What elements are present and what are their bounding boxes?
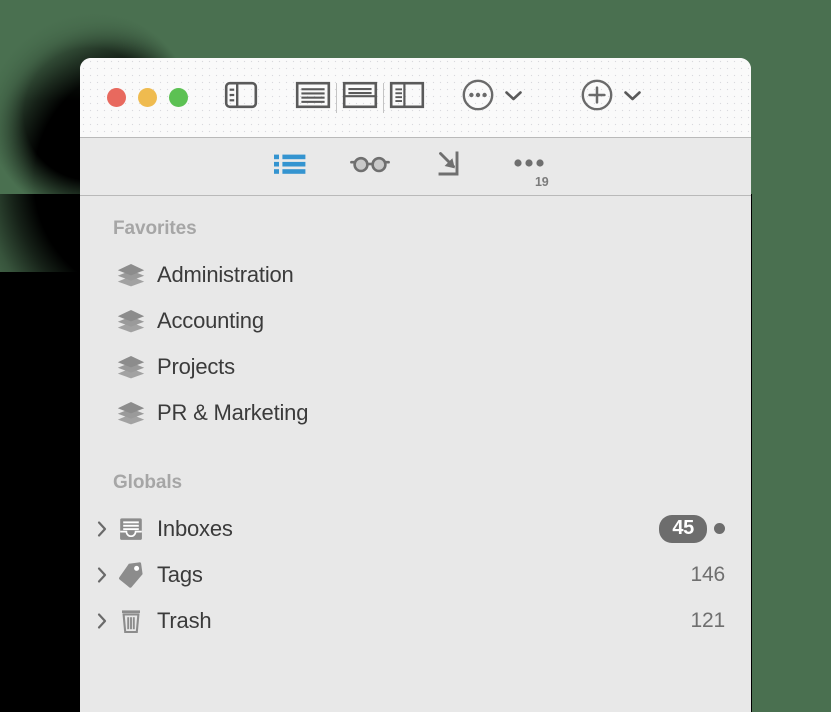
sidebar-item-label: Trash [157,608,212,633]
toolbar-separator [383,82,384,113]
import-button[interactable] [428,147,472,187]
layout-list-above-button[interactable] [338,75,382,121]
glasses-icon [349,152,390,181]
sidebar-item-projects[interactable]: Projects [80,344,751,390]
view-toolbar: 19 [80,138,751,196]
sidebar-item-label: Tags [157,562,203,587]
add-dropdown-button[interactable] [623,89,642,107]
chevron-right-icon[interactable] [90,519,114,539]
stack-icon [114,308,148,334]
trash-icon [114,607,148,635]
sidebar: Favorites Administration Accounting Proj… [80,196,751,711]
window-titlebar [80,58,751,138]
inbox-icon [114,515,148,543]
sidebar-item-label: Projects [157,354,235,379]
reading-view-button[interactable] [348,147,392,187]
sidebar-item-trash[interactable]: Trash 121 [80,598,751,644]
layout-editor-only-button[interactable] [291,75,335,121]
inboxes-badge-group: 45 [659,515,725,543]
list-view-button[interactable] [268,147,312,187]
add-button[interactable] [575,75,619,121]
stack-icon [114,354,148,380]
plus-circle-icon [580,78,614,117]
sidebar-item-inboxes[interactable]: Inboxes 45 [80,506,751,552]
sidebar-toggle-icon [224,81,258,114]
close-button[interactable] [107,88,126,107]
unfiled-button[interactable]: 19 [508,147,552,189]
app-window: 19 Favorites Administration Accounting P… [80,58,751,712]
desktop-background: 19 Favorites Administration Accounting P… [0,0,831,712]
minimize-button[interactable] [138,88,157,107]
chevron-right-icon[interactable] [90,565,114,585]
tag-icon [114,561,148,589]
sidebar-section-globals-title: Globals [113,472,182,493]
sidebar-toggle-button[interactable] [219,75,263,121]
stack-icon [114,262,148,288]
sidebar-item-administration[interactable]: Administration [80,252,751,298]
chevron-down-icon [504,89,523,107]
import-arrow-icon [434,149,466,184]
sidebar-item-label: PR & Marketing [157,400,309,425]
more-dropdown-button[interactable] [504,89,523,107]
layout-list-beside-button[interactable] [385,75,429,121]
status-badge: 45 [659,515,707,543]
sidebar-item-accounting[interactable]: Accounting [80,298,751,344]
more-circle-icon [461,78,495,117]
sidebar-item-label: Accounting [157,308,264,333]
traffic-lights [107,88,188,107]
unread-dot-icon [714,523,725,535]
sidebar-item-label: Administration [157,262,294,287]
sidebar-item-count: 121 [690,609,726,632]
list-view-icon [273,150,307,183]
sidebar-item-count: 146 [690,563,726,586]
sidebar-section-favorites-title: Favorites [113,218,197,239]
layout-left-list-icon [389,81,425,114]
layout-lines-icon [295,81,331,114]
sidebar-item-pr-marketing[interactable]: PR & Marketing [80,390,751,436]
sidebar-item-tags[interactable]: Tags 146 [80,552,751,598]
toolbar-separator [336,82,337,113]
chevron-down-icon [623,89,642,107]
layout-top-list-icon [342,81,378,114]
stack-icon [114,400,148,426]
dots-icon [512,157,548,176]
more-button[interactable] [456,75,500,121]
sidebar-item-label: Inboxes [157,516,233,541]
zoom-button[interactable] [169,88,188,107]
chevron-right-icon[interactable] [90,611,114,631]
unfiled-count: 19 [534,174,549,189]
